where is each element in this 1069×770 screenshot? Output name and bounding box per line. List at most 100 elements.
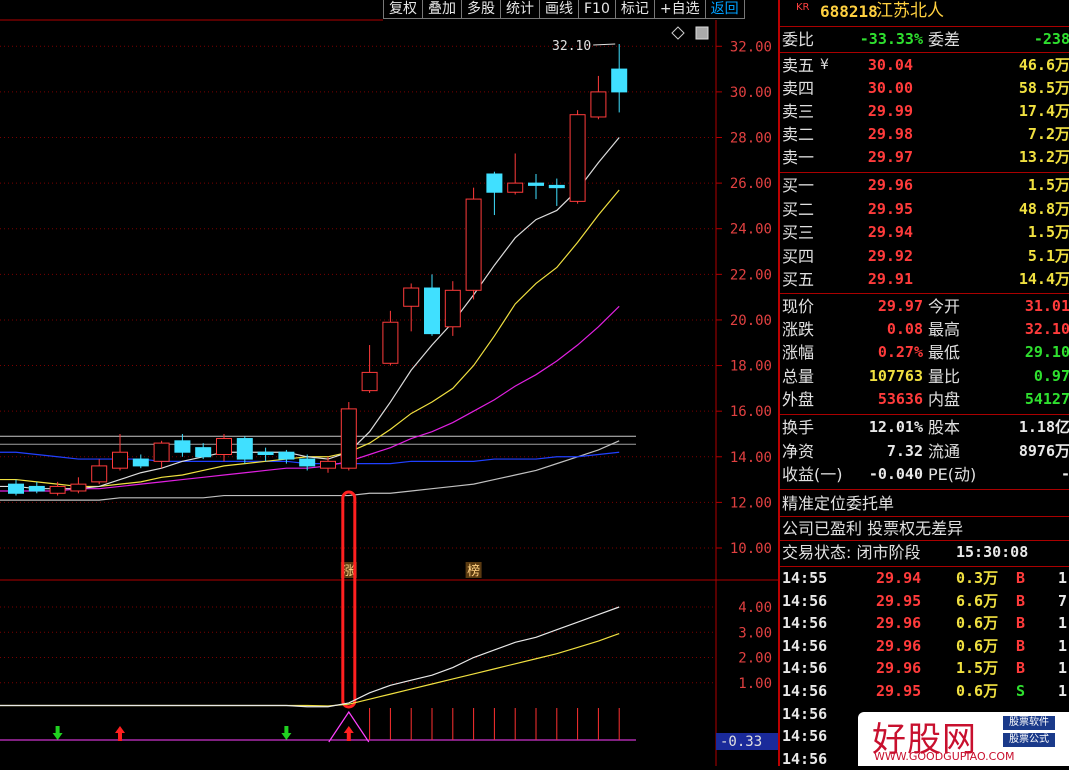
weibi-value: -33.33% — [859, 30, 923, 48]
candle-body — [70, 483, 87, 492]
candle-body — [569, 114, 586, 202]
tick-volume: 0.6万 — [956, 636, 999, 655]
tick-side: S — [1016, 682, 1026, 700]
watermark-url: WWW.GOODGUPIAO.COM — [874, 750, 1015, 763]
tick-price: 29.96 — [876, 659, 922, 678]
indicator-tick-label: 2.00 — [738, 651, 772, 667]
stat2-value: - — [1061, 463, 1069, 486]
stat2-label: 流通 — [928, 441, 961, 461]
candle-body — [340, 408, 357, 469]
tick-price: 29.94 — [876, 569, 922, 587]
toolbar-button-0[interactable]: 复权 — [383, 0, 423, 19]
y-tick-label: 30.00 — [730, 85, 772, 101]
tick-side: B — [1016, 591, 1026, 610]
toolbar-button-3[interactable]: 统计 — [500, 0, 540, 19]
sell-level-label: 卖五 — [782, 56, 815, 75]
stat-value: 32.10 — [1024, 320, 1069, 339]
candle-body — [486, 173, 503, 193]
toolbar-button-8[interactable]: 返回 — [704, 0, 745, 19]
sell-level-price: 29.99 — [867, 102, 913, 120]
sell-level-label: 卖一 — [782, 148, 815, 167]
buy-level-row: 买三 29.94 1.5万 — [780, 221, 1069, 244]
stat2-label: 净资 — [782, 441, 815, 461]
stat2-value: 7.32 — [886, 441, 923, 460]
indicator-tick-label: 1.00 — [738, 676, 772, 692]
y-tick-label: 22.00 — [730, 267, 772, 283]
y-tick-label: 32.00 — [730, 39, 772, 55]
sell-level-volume: 13.2万 — [1018, 148, 1069, 166]
stat-row: 涨跌 0.08 最高 32.10 — [780, 318, 1069, 341]
toolbar-button-4[interactable]: 画线 — [539, 0, 579, 19]
stat2-value: 1.18亿 — [1018, 418, 1069, 436]
indicator-tick-label: 4.00 — [738, 600, 772, 616]
stat-label: 涨幅 — [782, 343, 815, 363]
weibi-row: 委比 -33.33% 委差 -238 — [780, 28, 1069, 51]
toolbar-button-2[interactable]: 多股 — [461, 0, 501, 19]
y-tick-label: 16.00 — [730, 404, 772, 420]
info-precise-order: 精准定位委托单 — [782, 494, 895, 513]
tick-row: 14:56 29.95 0.6万 S 1 — [780, 680, 1069, 703]
toolbar-button-1[interactable]: 叠加 — [422, 0, 462, 19]
tick-volume: 1.5万 — [956, 659, 999, 678]
trade-status-row: 交易状态: 闭市阶段 15:30:08 — [780, 541, 1069, 564]
candle-body — [403, 287, 420, 307]
tick-time: 14:56 — [782, 659, 828, 678]
y-tick-label: 28.00 — [730, 131, 772, 147]
down-arrow-icon — [52, 726, 63, 740]
candle-body — [507, 182, 524, 193]
stat2-row: 换手 12.01% 股本 1.18亿 — [780, 416, 1069, 439]
buy-level-price: 29.91 — [867, 270, 913, 288]
watermark-logo: 好股网 WWW.GOODGUPIAO.COM 股票软件 股票公式 — [858, 712, 1069, 766]
sell-level-row: 卖三 29.99 17.4万 — [780, 100, 1069, 123]
tick-volume: 0.6万 — [956, 614, 999, 633]
buy-level-price: 29.95 — [867, 199, 913, 218]
stat-value: 31.01 — [1024, 297, 1069, 315]
panel-toggle-icon — [695, 26, 709, 40]
stat-value: 29.10 — [1024, 343, 1069, 362]
toolbar-button-6[interactable]: 标记 — [614, 0, 655, 19]
watermark-tag-formula: 股票公式 — [1003, 733, 1055, 747]
stat2-label: 股本 — [928, 418, 961, 437]
sell-level-label: 卖四 — [782, 79, 815, 98]
buy-level-row: 买五 29.91 14.4万 — [780, 268, 1069, 291]
y-tick-label: 18.00 — [730, 359, 772, 375]
candle-body — [528, 182, 544, 186]
quote-panel: KR 688218 江苏北人 委比 -33.33% 委差 -238 卖五 30.04 46.6万 ¥… — [778, 0, 1069, 768]
tick-row: 14:56 29.96 0.6万 B 1 — [780, 635, 1069, 658]
stat-label: 内盘 — [928, 389, 961, 409]
weicha-label: 委差 — [928, 30, 961, 49]
sell-level-volume: 7.2万 — [1027, 125, 1069, 143]
tick-price: 29.95 — [876, 591, 922, 610]
tick-time: 14:56 — [782, 614, 828, 633]
buy-level-volume: 5.1万 — [1027, 246, 1069, 265]
kline-chart[interactable]: 32.00 30.00 28.00 26.00 24.00 22.00 20.00 18.00… — [0, 0, 778, 766]
tick-side: B — [1016, 636, 1026, 655]
stat-row: 总量 107763 量比 0.97 — [780, 365, 1069, 388]
tick-volume: 0.6万 — [956, 682, 999, 700]
buy-level-volume: 1.5万 — [1027, 223, 1069, 241]
stat-label: 外盘 — [782, 389, 815, 409]
separator — [780, 26, 1069, 27]
stat-value: 53636 — [877, 389, 923, 408]
sell-level-volume: 58.5万 — [1018, 79, 1069, 97]
stat-label: 现价 — [782, 297, 815, 316]
buy-level-label: 买一 — [782, 176, 815, 195]
tick-side: B — [1016, 569, 1026, 587]
chart-toolbar: 复权 叠加 多股 统计 画线 F10 标记 +自选 返回 — [383, 0, 745, 19]
stat2-value: 8976万 — [1018, 441, 1069, 460]
candle-body — [49, 485, 66, 494]
toolbar-button-5[interactable]: F10 — [578, 0, 616, 19]
sell-level-volume: 46.6万 — [1018, 56, 1069, 74]
sell-level-row: 卖二 29.98 7.2万 — [780, 123, 1069, 146]
tick-volume: 6.6万 — [956, 591, 999, 610]
down-arrow-icon — [281, 726, 292, 740]
tick-row: 14:56 29.96 1.5万 B 1 — [780, 657, 1069, 680]
stat-label: 涨跌 — [782, 320, 815, 340]
buy-level-volume: 1.5万 — [1027, 176, 1069, 194]
separator — [780, 172, 1069, 173]
toolbar-button-7[interactable]: +自选 — [653, 0, 706, 19]
tick-row: 14:56 29.96 0.6万 B 1 — [780, 612, 1069, 635]
trade-status-label: 交易状态: 闭市阶段 — [782, 543, 921, 562]
indicator-yellow-line — [0, 632, 620, 707]
candle-body — [195, 447, 212, 458]
